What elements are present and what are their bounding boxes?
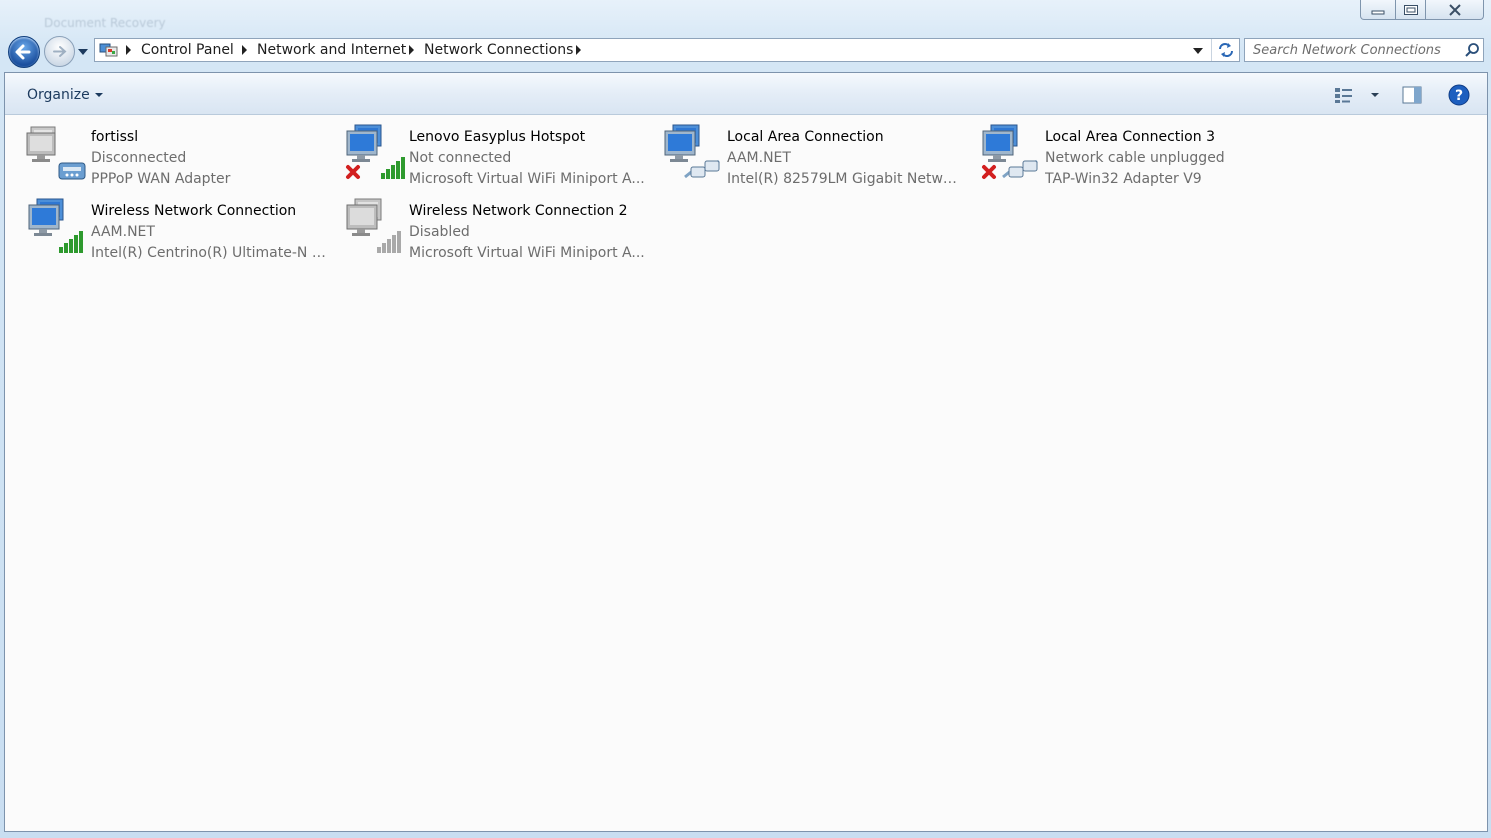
refresh-icon bbox=[1219, 43, 1233, 57]
connection-status: Disabled bbox=[409, 224, 470, 240]
breadcrumb-separator[interactable] bbox=[409, 45, 414, 55]
connection-name: Wireless Network Connection 2 bbox=[409, 203, 628, 219]
navigation-bar: Control Panel Network and Internet Netwo… bbox=[0, 34, 1491, 68]
address-bar[interactable]: Control Panel Network and Internet Netwo… bbox=[94, 38, 1240, 62]
connection-device: Intel(R) Centrino(R) Ultimate-N 63... bbox=[91, 245, 327, 261]
connection-name: fortissl bbox=[91, 129, 139, 145]
connection-device: TAP-Win32 Adapter V9 bbox=[1045, 171, 1202, 187]
minimize-button[interactable] bbox=[1360, 0, 1396, 20]
help-button[interactable]: ? bbox=[1448, 84, 1470, 106]
breadcrumb-separator[interactable] bbox=[242, 45, 247, 55]
connection-name: Lenovo Easyplus Hotspot bbox=[409, 129, 586, 145]
breadcrumb-network-and-internet[interactable]: Network and Internet bbox=[257, 42, 406, 58]
preview-pane-button[interactable] bbox=[1401, 85, 1423, 105]
search-button[interactable] bbox=[1463, 41, 1481, 59]
dialup-icon bbox=[26, 126, 86, 180]
caption-buttons bbox=[1360, 0, 1484, 20]
forward-arrow-icon bbox=[53, 46, 67, 57]
close-icon bbox=[1448, 3, 1461, 16]
connection-status: AAM.NET bbox=[91, 224, 155, 240]
search-icon bbox=[1465, 43, 1479, 57]
refresh-button[interactable] bbox=[1211, 39, 1240, 61]
breadcrumb-control-panel[interactable]: Control Panel bbox=[141, 42, 234, 58]
breadcrumb-separator[interactable] bbox=[576, 45, 581, 55]
ethernet-icon bbox=[664, 124, 720, 179]
connection-status: Disconnected bbox=[91, 150, 187, 166]
connection-name: Wireless Network Connection bbox=[91, 203, 297, 219]
connections-list: fortissl Disconnected PPPoP WAN Adapter … bbox=[5, 115, 1487, 831]
connection-item-lenovo-hotspot[interactable]: Lenovo Easyplus Hotspot Not connected Mi… bbox=[323, 115, 645, 187]
breadcrumb-separator[interactable] bbox=[126, 45, 131, 55]
connection-device: Microsoft Virtual WiFi Miniport A... bbox=[409, 245, 645, 261]
breadcrumb-network-connections[interactable]: Network Connections bbox=[424, 42, 573, 58]
restore-icon bbox=[1403, 4, 1418, 15]
chevron-down-icon bbox=[94, 93, 103, 97]
command-bar: Organize ? bbox=[5, 73, 1487, 115]
connection-device: Microsoft Virtual WiFi Miniport A... bbox=[409, 171, 645, 187]
explorer-window: Organize ? fortissl Disconnected PPPoP W… bbox=[4, 72, 1488, 832]
connection-status: AAM.NET bbox=[727, 150, 791, 166]
search-input[interactable] bbox=[1245, 39, 1455, 61]
svg-text:?: ? bbox=[1455, 88, 1463, 104]
back-arrow-icon bbox=[15, 44, 31, 60]
maximize-button[interactable] bbox=[1396, 0, 1426, 20]
connection-name: Local Area Connection 3 bbox=[1045, 129, 1215, 145]
wireless-disabled-icon bbox=[346, 198, 401, 253]
control-panel-icon bbox=[99, 43, 118, 57]
organize-label: Organize bbox=[27, 87, 90, 103]
connection-name: Local Area Connection bbox=[727, 129, 884, 145]
connection-item-local-area-connection-3[interactable]: Local Area Connection 3 Network cable un… bbox=[959, 115, 1275, 187]
connection-device: Intel(R) 82579LM Gigabit Network... bbox=[727, 171, 963, 187]
connection-item-wireless-network-connection-2[interactable]: Wireless Network Connection 2 Disabled M… bbox=[323, 189, 645, 261]
connection-status: Not connected bbox=[409, 150, 512, 166]
connection-item-fortissl[interactable]: fortissl Disconnected PPPoP WAN Adapter bbox=[5, 115, 321, 187]
back-button[interactable] bbox=[8, 36, 40, 68]
address-history-dropdown[interactable] bbox=[1193, 48, 1203, 54]
forward-button[interactable] bbox=[44, 36, 75, 67]
close-button[interactable] bbox=[1426, 0, 1484, 20]
wireless-disconnected-icon bbox=[346, 124, 405, 179]
wireless-connected-icon bbox=[28, 198, 83, 253]
connection-item-local-area-connection[interactable]: Local Area Connection AAM.NET Intel(R) 8… bbox=[641, 115, 963, 187]
search-box bbox=[1244, 38, 1484, 62]
change-view-button[interactable] bbox=[1333, 85, 1379, 105]
ethernet-unplugged-icon bbox=[982, 124, 1038, 179]
organize-menu-button[interactable]: Organize bbox=[27, 87, 103, 103]
recent-pages-dropdown[interactable] bbox=[77, 46, 89, 58]
connection-status: Network cable unplugged bbox=[1045, 150, 1225, 166]
connection-item-wireless-network-connection[interactable]: Wireless Network Connection AAM.NET Inte… bbox=[5, 189, 327, 261]
background-window-title: Document Recovery bbox=[44, 16, 166, 30]
connection-device: PPPoP WAN Adapter bbox=[91, 171, 231, 187]
minimize-icon bbox=[1371, 10, 1385, 14]
